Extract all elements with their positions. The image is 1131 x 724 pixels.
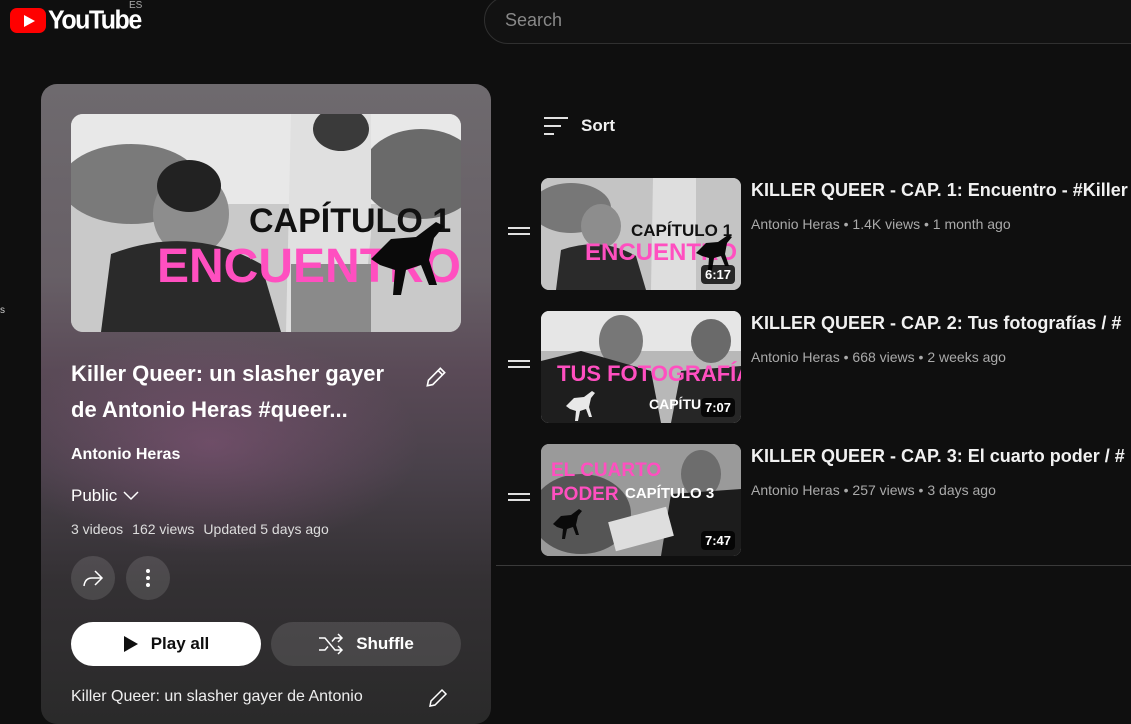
chevron-down-icon: [123, 491, 139, 501]
playlist-header-panel: CAPÍTULO 1 ENCUENTRO Killer Queer: un sl…: [41, 84, 491, 724]
video-thumbnail[interactable]: CAPÍTULO 1 ENCUENTRO 6:17: [541, 178, 741, 290]
play-all-label: Play all: [150, 634, 210, 653]
channel-name[interactable]: Antonio Heras: [751, 216, 840, 232]
video-meta: Antonio Heras • 257 views • 3 days ago: [751, 482, 996, 498]
video-meta: Antonio Heras • 668 views • 2 weeks ago: [751, 349, 1006, 365]
youtube-play-icon: [10, 7, 46, 33]
privacy-dropdown[interactable]: Public: [71, 486, 139, 506]
clipped-sidebar-text: s: [0, 305, 5, 316]
video-age: 2 weeks ago: [927, 349, 1006, 365]
sort-lines-icon: [544, 117, 568, 135]
play-all-button[interactable]: Play all: [71, 622, 261, 666]
video-meta: Antonio Heras • 1.4K views • 1 month ago: [751, 216, 1011, 232]
video-age: 3 days ago: [927, 482, 996, 498]
drag-handle-icon[interactable]: [508, 225, 530, 237]
video-age: 1 month ago: [932, 216, 1011, 232]
drag-handle-icon[interactable]: [508, 491, 530, 503]
thumb-caption-mid: PODER: [551, 484, 619, 505]
edit-description-pencil-icon[interactable]: [426, 686, 450, 710]
video-thumbnail[interactable]: EL CUARTO PODER CAPÍTULO 3 7:47: [541, 444, 741, 556]
more-vertical-icon: [146, 569, 150, 587]
video-views: 257 views: [852, 482, 915, 498]
share-arrow-icon: [83, 570, 104, 587]
playlist-title: Killer Queer: un slasher gayer de Antoni…: [71, 361, 385, 422]
view-count: 162 views: [132, 521, 195, 537]
playlist-description: Killer Queer: un slasher gayer de Antoni…: [71, 688, 363, 705]
shuffle-button[interactable]: Shuffle: [271, 622, 461, 666]
duration-badge: 6:17: [700, 265, 735, 284]
sort-button[interactable]: Sort: [543, 116, 615, 136]
thumb-caption-bottom: CAPÍTU: [649, 396, 701, 412]
hero-thumbnail-art: CAPÍTULO 1 ENCUENTRO: [71, 114, 461, 332]
duration-badge: 7:07: [700, 398, 735, 417]
shuffle-label: Shuffle: [356, 634, 414, 653]
privacy-value: Public: [71, 486, 118, 505]
video-thumbnail[interactable]: TUS FOTOGRAFÍAS CAPÍTU 7:07: [541, 311, 741, 423]
search-box[interactable]: [484, 0, 1131, 44]
masthead: YouTube ES: [0, 0, 1131, 48]
search-input[interactable]: [505, 5, 1105, 35]
video-title[interactable]: KILLER QUEER - CAP. 2: Tus fotografías /…: [751, 313, 1131, 334]
edit-title-pencil-icon[interactable]: [423, 364, 449, 390]
video-title[interactable]: KILLER QUEER - CAP. 3: El cuarto poder /…: [751, 446, 1131, 467]
playlist-stats: 3 videos 162 views Updated 5 days ago: [71, 521, 329, 537]
thumb-caption-top: CAPÍTULO 1: [631, 221, 732, 240]
video-views: 1.4K views: [852, 216, 921, 232]
video-views: 668 views: [852, 349, 915, 365]
list-divider: [496, 565, 1131, 566]
playlist-owner[interactable]: Antonio Heras: [71, 446, 180, 464]
drag-handle-icon[interactable]: [508, 358, 530, 370]
playlist-hero-thumbnail[interactable]: CAPÍTULO 1 ENCUENTRO: [71, 114, 461, 332]
thumb-caption-top: TUS FOTOGRAFÍAS: [557, 361, 741, 386]
playlist-video-row[interactable]: EL CUARTO PODER CAPÍTULO 3 7:47 KILLER Q…: [496, 436, 1131, 569]
youtube-logo[interactable]: YouTube: [10, 4, 142, 35]
logo-text: YouTube: [48, 4, 142, 35]
playlist-video-row[interactable]: CAPÍTULO 1 ENCUENTRO 6:17 KILLER QUEER -…: [496, 170, 1131, 303]
duration-badge: 7:47: [700, 531, 735, 550]
channel-name[interactable]: Antonio Heras: [751, 349, 840, 365]
sort-label: Sort: [581, 116, 615, 135]
video-title[interactable]: KILLER QUEER - CAP. 1: Encuentro - #Kill…: [751, 180, 1131, 201]
shuffle-icon: [319, 633, 344, 655]
updated-date: Updated 5 days ago: [203, 521, 329, 537]
thumb-caption-bottom: CAPÍTULO 3: [625, 485, 714, 502]
playlist-video-list: CAPÍTULO 1 ENCUENTRO 6:17 KILLER QUEER -…: [496, 170, 1131, 569]
video-count: 3 videos: [71, 521, 124, 537]
more-actions-button[interactable]: [126, 556, 170, 600]
play-icon: [123, 636, 138, 652]
share-button[interactable]: [71, 556, 115, 600]
channel-name[interactable]: Antonio Heras: [751, 482, 840, 498]
region-code: ES: [129, 0, 143, 11]
playlist-video-row[interactable]: TUS FOTOGRAFÍAS CAPÍTU 7:07 KILLER QUEER…: [496, 303, 1131, 436]
thumb-caption-top: EL CUARTO: [551, 460, 661, 481]
